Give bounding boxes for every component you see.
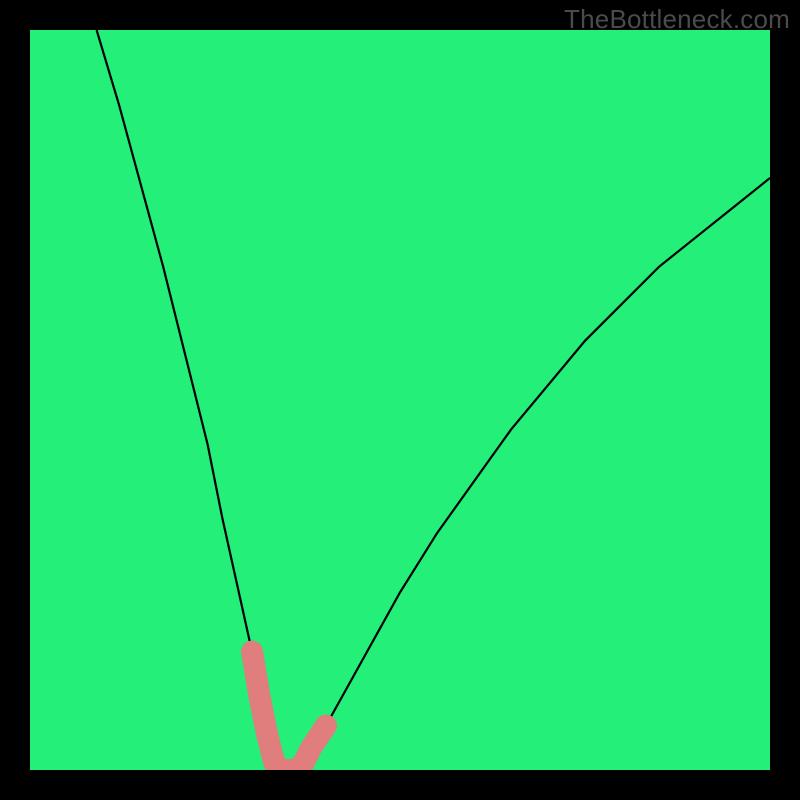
- bottleneck-chart: [30, 30, 770, 770]
- plot-area: [30, 30, 770, 770]
- outer-frame: TheBottleneck.com: [0, 0, 800, 800]
- watermark-label: TheBottleneck.com: [564, 4, 790, 35]
- gradient-background: [30, 30, 770, 770]
